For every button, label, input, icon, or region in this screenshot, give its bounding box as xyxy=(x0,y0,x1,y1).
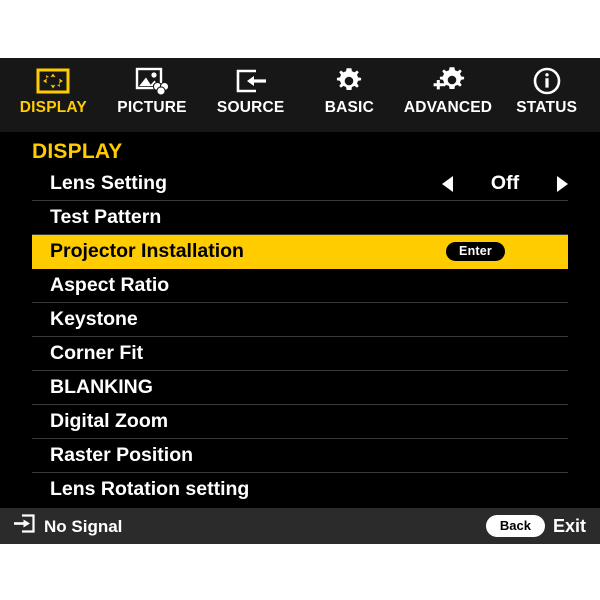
menu-row-lens-rotation-setting[interactable]: Lens Rotation setting xyxy=(32,473,568,507)
menu-row-lens-setting[interactable]: Lens Setting Off xyxy=(32,167,568,202)
menu-row-corner-fit[interactable]: Corner Fit xyxy=(32,337,568,372)
status-actions: Back Exit xyxy=(485,515,590,537)
osd-window: DISPLAY PICTURE SOURCE BASIC ADVANCED ST… xyxy=(0,58,600,544)
chevron-left-icon[interactable] xyxy=(442,175,453,192)
menu-row-label: Lens Setting xyxy=(50,171,168,194)
menu-tab-bar: DISPLAY PICTURE SOURCE BASIC ADVANCED ST… xyxy=(0,58,600,136)
menu-row-projector-installation[interactable]: Projector Installation Enter xyxy=(32,235,568,270)
lens-setting-value: Off xyxy=(490,171,520,194)
back-button[interactable]: Back xyxy=(485,515,545,537)
menu-row-digital-zoom[interactable]: Digital Zoom xyxy=(32,405,568,440)
menu-row-label: Raster Position xyxy=(50,443,194,466)
menu-body: DISPLAY Lens Setting Off Test Pattern Pr… xyxy=(0,132,600,508)
chevron-right-icon[interactable] xyxy=(557,175,568,192)
page-title: DISPLAY xyxy=(32,140,123,163)
menu-row-label: Aspect Ratio xyxy=(50,273,170,296)
tab-status-label: STATUS xyxy=(516,99,578,116)
tab-basic-label: BASIC xyxy=(324,99,374,116)
enter-control: Enter xyxy=(446,235,568,268)
stepper-control: Off xyxy=(442,167,568,200)
menu-list: Lens Setting Off Test Pattern Projector … xyxy=(0,167,600,507)
menu-row-blanking[interactable]: BLANKING xyxy=(32,371,568,406)
tab-source[interactable]: SOURCE xyxy=(201,58,300,132)
menu-row-test-pattern[interactable]: Test Pattern xyxy=(32,201,568,236)
tab-advanced[interactable]: ADVANCED xyxy=(399,58,498,132)
enter-button[interactable]: Enter xyxy=(446,241,505,262)
exit-button[interactable]: Exit xyxy=(553,517,590,535)
menu-row-keystone[interactable]: Keystone xyxy=(32,303,568,338)
menu-row-label: Keystone xyxy=(50,307,138,330)
menu-row-label: Corner Fit xyxy=(50,341,144,364)
gear-plus-icon xyxy=(429,64,467,98)
status-signal-group: No Signal xyxy=(13,514,122,538)
tab-source-label: SOURCE xyxy=(216,99,285,116)
source-input-icon xyxy=(234,64,268,98)
menu-row-label: Projector Installation xyxy=(50,239,244,262)
tab-basic[interactable]: BASIC xyxy=(300,58,399,132)
tab-display[interactable]: DISPLAY xyxy=(4,58,103,136)
menu-row-label: BLANKING xyxy=(50,375,153,398)
menu-row-aspect-ratio[interactable]: Aspect Ratio xyxy=(32,269,568,304)
menu-row-label: Test Pattern xyxy=(50,205,162,228)
menu-row-raster-position[interactable]: Raster Position xyxy=(32,439,568,474)
picture-image-icon xyxy=(135,64,169,98)
info-circle-icon xyxy=(532,64,562,98)
menu-row-label: Digital Zoom xyxy=(50,409,169,432)
tab-picture-label: PICTURE xyxy=(117,99,187,116)
tab-status[interactable]: STATUS xyxy=(497,58,596,132)
tab-picture[interactable]: PICTURE xyxy=(103,58,202,132)
signal-status-label: No Signal xyxy=(44,516,123,536)
menu-row-label: Lens Rotation setting xyxy=(50,478,250,501)
gear-icon xyxy=(334,64,364,98)
tab-advanced-label: ADVANCED xyxy=(403,99,493,116)
status-bar: No Signal Back Exit xyxy=(0,508,600,544)
input-signal-icon xyxy=(13,514,35,538)
display-shift-icon xyxy=(36,64,70,98)
tab-display-label: DISPLAY xyxy=(19,99,87,116)
